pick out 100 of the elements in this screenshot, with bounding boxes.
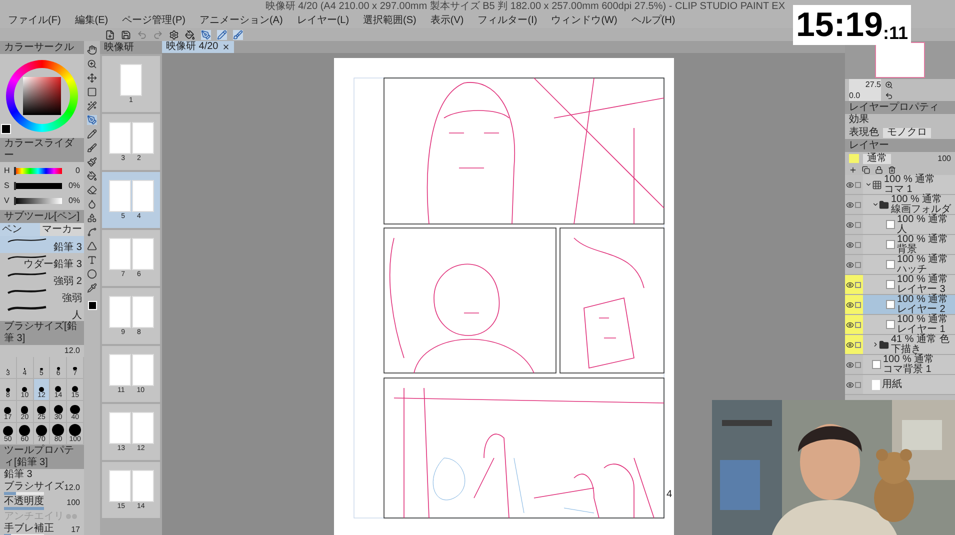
layer-row[interactable]: 41 % 通常 色 下描き xyxy=(845,335,955,355)
property-slider[interactable] xyxy=(4,507,44,510)
eye-icon[interactable] xyxy=(846,280,854,288)
opacity-value[interactable]: 100 xyxy=(938,152,951,164)
checkbox[interactable] xyxy=(855,262,861,268)
layer-row[interactable]: 100 % 通常 コマ背景 1 xyxy=(845,355,955,375)
zoom-icon[interactable] xyxy=(885,80,893,88)
hand-icon[interactable] xyxy=(87,45,97,55)
rotate-icon[interactable] xyxy=(885,92,893,100)
checkbox[interactable] xyxy=(855,182,861,188)
menu-item[interactable]: 編集(E) xyxy=(74,16,108,26)
menu-item[interactable]: アニメーション(A) xyxy=(199,16,283,26)
triangle-icon[interactable] xyxy=(87,241,97,251)
checkbox[interactable] xyxy=(855,202,861,208)
checkbox[interactable] xyxy=(855,362,861,368)
panel-title[interactable]: 映像研 xyxy=(104,42,134,54)
eye-icon[interactable] xyxy=(846,380,854,388)
layer-color-swatch[interactable] xyxy=(849,154,859,163)
layer-row[interactable]: 用紙 xyxy=(845,375,955,395)
curve-icon[interactable] xyxy=(87,227,97,237)
color-mode-dropdown[interactable]: モノクロ xyxy=(883,128,931,138)
layer-row[interactable]: 100 % 通常 線画フォルダ xyxy=(845,195,955,215)
panel-title[interactable]: サブツール[ペン] xyxy=(4,210,80,222)
close-icon[interactable] xyxy=(222,43,230,51)
chevron-icon[interactable] xyxy=(872,341,879,348)
move-icon[interactable] xyxy=(87,73,97,83)
checkbox[interactable] xyxy=(855,322,861,328)
main-color-swatch[interactable] xyxy=(88,301,96,310)
eye-icon[interactable] xyxy=(846,360,854,368)
menu-item[interactable]: 選択範囲(S) xyxy=(363,16,416,26)
pencil-icon[interactable] xyxy=(87,129,97,139)
bucket-icon[interactable] xyxy=(185,30,195,40)
menu-item[interactable]: ウィンドウ(W) xyxy=(551,16,618,26)
panel-title[interactable]: カラーサークル xyxy=(4,42,74,54)
color-square[interactable] xyxy=(23,77,61,115)
eye-icon[interactable] xyxy=(846,240,854,248)
checkbox[interactable] xyxy=(855,282,861,288)
pen-icon[interactable] xyxy=(87,115,97,125)
navigator-thumbnail[interactable] xyxy=(875,42,925,78)
layer-row[interactable]: 100 % 通常 人 xyxy=(845,215,955,235)
sub-tool-tab[interactable]: マーカー xyxy=(40,223,84,236)
checkbox[interactable] xyxy=(855,382,861,388)
delete-icon[interactable] xyxy=(888,166,896,174)
angle-value[interactable]: 0.0 xyxy=(849,90,881,102)
blend-mode-dropdown[interactable]: 通常 xyxy=(863,154,891,164)
brush-item[interactable]: 強弱 xyxy=(0,287,84,304)
panel-title[interactable]: ツールプロパティ[鉛筆 3] xyxy=(4,445,80,469)
menu-item[interactable]: ページ管理(P) xyxy=(122,16,186,26)
paintbrush-icon[interactable] xyxy=(87,157,97,167)
layer-row[interactable]: 100 % 通常 レイヤー 3 xyxy=(845,275,955,295)
menu-item[interactable]: ヘルプ(H) xyxy=(631,16,676,26)
droplet-icon[interactable] xyxy=(87,199,97,209)
settings-icon[interactable] xyxy=(169,30,179,40)
brush-icon[interactable] xyxy=(233,30,243,40)
copy-icon[interactable] xyxy=(862,166,870,174)
property-slider[interactable] xyxy=(4,492,44,495)
eye-icon[interactable] xyxy=(846,180,854,188)
eraser-icon[interactable] xyxy=(87,185,97,195)
zoom-icon[interactable] xyxy=(87,59,97,69)
layer-row[interactable]: 100 % 通常 ハッチ xyxy=(845,255,955,275)
color-slider-track[interactable] xyxy=(14,168,62,174)
eye-icon[interactable] xyxy=(846,220,854,228)
checkbox[interactable] xyxy=(855,302,861,308)
menu-item[interactable]: 表示(V) xyxy=(430,16,464,26)
brush-item[interactable]: 鉛筆 3 xyxy=(0,236,84,253)
text-tool-icon[interactable] xyxy=(87,255,97,265)
checkbox[interactable] xyxy=(855,342,861,348)
save-icon[interactable] xyxy=(121,30,131,40)
layer-row[interactable]: 100 % 通常 背景 xyxy=(845,235,955,255)
panel-title[interactable]: カラースライダー xyxy=(4,138,80,162)
lock-icon[interactable] xyxy=(875,166,883,174)
eyedropper-icon[interactable] xyxy=(87,283,97,293)
brush-item[interactable]: 人 xyxy=(0,304,84,321)
eye-icon[interactable] xyxy=(846,200,854,208)
eye-icon[interactable] xyxy=(846,340,854,348)
menu-item[interactable]: ファイル(F) xyxy=(8,16,61,26)
menu-item[interactable]: フィルター(I) xyxy=(478,16,538,26)
sub-tool-tab[interactable]: ペン xyxy=(0,223,40,236)
brush-icon[interactable] xyxy=(87,143,97,153)
canvas-tab[interactable]: 映像研 4/20 xyxy=(162,41,234,53)
color-slider-track[interactable] xyxy=(14,183,62,189)
chevron-icon[interactable] xyxy=(865,181,872,188)
wand-icon[interactable] xyxy=(87,101,97,111)
layer-row[interactable]: 100 % 通常 コマ 1 xyxy=(845,175,955,195)
new-layer-icon[interactable] xyxy=(849,166,857,174)
circle-icon[interactable] xyxy=(87,269,97,279)
menu-item[interactable]: レイヤー(L) xyxy=(296,16,350,26)
zoom-value[interactable]: 27.5 xyxy=(849,78,881,90)
checkbox[interactable] xyxy=(855,222,861,228)
eye-icon[interactable] xyxy=(846,260,854,268)
brush-item[interactable]: 強弱 2 xyxy=(0,270,84,287)
eye-icon[interactable] xyxy=(846,300,854,308)
panel-title[interactable]: レイヤー xyxy=(849,140,889,152)
new-file-icon[interactable] xyxy=(105,30,115,40)
pen-icon[interactable] xyxy=(201,30,211,40)
layer-row[interactable]: 100 % 通常 レイヤー 1 xyxy=(845,315,955,335)
eye-icon[interactable] xyxy=(846,320,854,328)
panel-title[interactable]: レイヤープロパティ xyxy=(849,102,939,114)
square-icon[interactable] xyxy=(87,87,97,97)
bucket-icon[interactable] xyxy=(87,171,97,181)
